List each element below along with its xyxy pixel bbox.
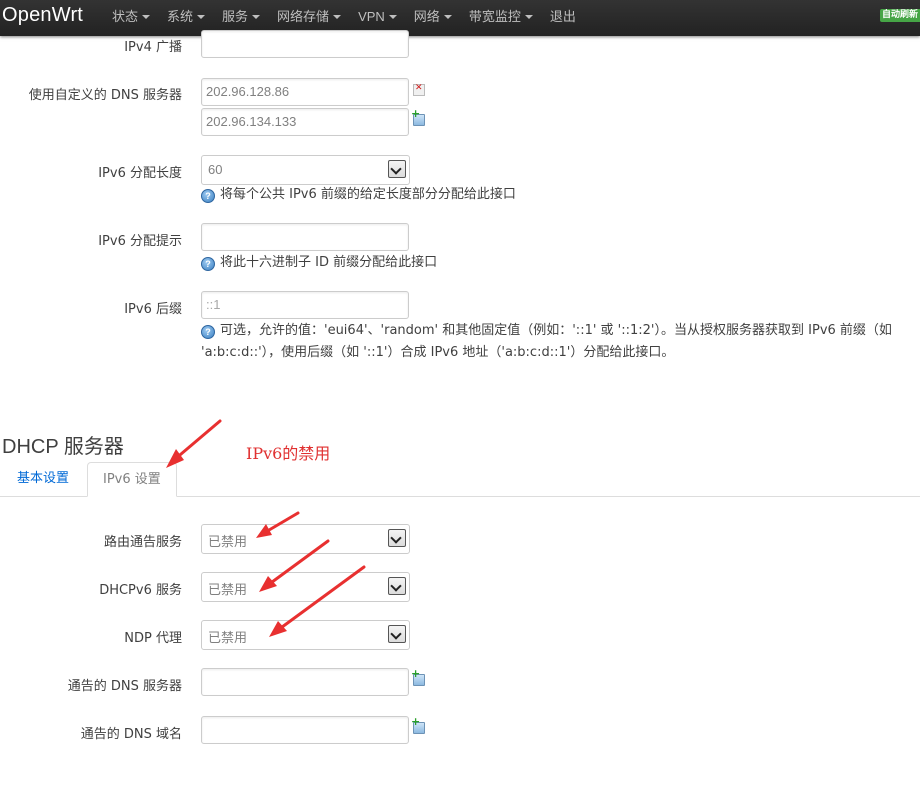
announced-dns-domains-label: 通告的 DNS 域名 — [80, 727, 182, 742]
menu-item-bandwidth[interactable]: 带宽监控 — [469, 0, 533, 36]
annotation-ipv6-disable: IPv6的禁用 — [246, 444, 331, 463]
caret-down-icon — [443, 15, 452, 19]
caret-down-icon — [388, 15, 397, 19]
caret-down-icon — [524, 15, 533, 19]
brand-logo[interactable]: OpenWrt — [2, 4, 83, 27]
chevron-down-icon — [388, 160, 406, 178]
annotation-arrow-tab — [166, 419, 222, 468]
ra-service-value: 已禁用 — [208, 534, 248, 549]
ipv6-assign-length-label: IPv6 分配长度 — [98, 166, 182, 181]
auto-refresh-badge[interactable]: 自动刷新 — [880, 9, 920, 22]
ipv6-assign-length-help: ? 将每个公共 IPv6 前缀的给定长度部分分配给此接口 — [201, 184, 516, 206]
tab-ipv6-settings[interactable]: IPv6 设置 — [87, 462, 177, 497]
add-dns-icon[interactable] — [411, 107, 425, 126]
menu-item-status[interactable]: 状态 — [112, 0, 151, 36]
ipv6-assign-hint-help: ? 将此十六进制子 ID 前缀分配给此接口 — [201, 252, 437, 274]
ra-service-label: 路由通告服务 — [103, 535, 182, 550]
menu-item-network[interactable]: 网络 — [414, 0, 452, 36]
ndp-proxy-value: 已禁用 — [208, 630, 248, 645]
help-icon: ? — [201, 257, 215, 271]
ipv6-assign-length-select[interactable]: 60 — [201, 155, 410, 185]
menu-item-logout[interactable]: 退出 — [550, 0, 576, 36]
dhcpv6-service-label: DHCPv6 服务 — [99, 583, 182, 598]
ipv6-assign-hint-input[interactable] — [201, 223, 409, 251]
caret-down-icon — [333, 15, 342, 19]
help-icon: ? — [201, 189, 215, 203]
caret-down-icon — [252, 15, 261, 19]
menu-item-system[interactable]: 系统 — [167, 0, 206, 36]
top-navbar: OpenWrt 状态 系统 服务 网络存储 VPN 网络 带宽监控 退出 自动刷… — [0, 0, 920, 36]
announced-dns-domains-input[interactable] — [201, 716, 409, 744]
caret-down-icon — [142, 15, 151, 19]
ipv6-suffix-help-line1: ? 可选，允许的值：'eui64'、'random' 和其他固定值（例如：'::1… — [201, 320, 892, 342]
dhcp-section-title: DHCP 服务器 — [2, 436, 124, 458]
ndp-proxy-select[interactable]: 已禁用 — [201, 620, 410, 650]
ipv6-suffix-help: ? 可选，允许的值：'eui64'、'random' 和其他固定值（例如：'::1… — [201, 320, 892, 364]
custom-dns-label: 使用自定义的 DNS 服务器 — [28, 88, 182, 103]
chevron-down-icon — [388, 529, 406, 547]
tab-basic-settings[interactable]: 基本设置 — [2, 462, 84, 497]
add-dns-server-icon[interactable] — [411, 667, 425, 686]
chevron-down-icon — [388, 625, 406, 643]
ra-service-select[interactable]: 已禁用 — [201, 524, 410, 554]
dhcpv6-service-select[interactable]: 已禁用 — [201, 572, 410, 602]
ipv4-broadcast-label: IPv4 广播 — [124, 40, 182, 55]
remove-dns-icon[interactable] — [413, 83, 425, 96]
ipv6-suffix-label: IPv6 后缀 — [124, 302, 182, 317]
ipv6-suffix-help-line2: 'a:b:c:d::'），使用后缀（如 '::1'）合成 IPv6 地址（'a:… — [201, 345, 675, 360]
custom-dns-input-2[interactable]: 202.96.134.133 — [201, 108, 409, 136]
ipv6-assign-length-value: 60 — [208, 162, 223, 177]
ipv6-suffix-input[interactable]: ::1 — [201, 291, 409, 319]
announced-dns-servers-label: 通告的 DNS 服务器 — [67, 679, 182, 694]
chevron-down-icon — [388, 577, 406, 595]
ndp-proxy-label: NDP 代理 — [124, 631, 182, 646]
add-dns-domain-icon[interactable] — [411, 715, 425, 734]
ipv4-broadcast-input[interactable] — [201, 30, 409, 58]
dhcpv6-service-value: 已禁用 — [208, 582, 248, 597]
help-icon: ? — [201, 325, 215, 339]
custom-dns-input-1[interactable]: 202.96.128.86 — [201, 78, 409, 106]
caret-down-icon — [197, 15, 206, 19]
announced-dns-servers-input[interactable] — [201, 668, 409, 696]
ipv6-assign-hint-label: IPv6 分配提示 — [98, 234, 182, 249]
